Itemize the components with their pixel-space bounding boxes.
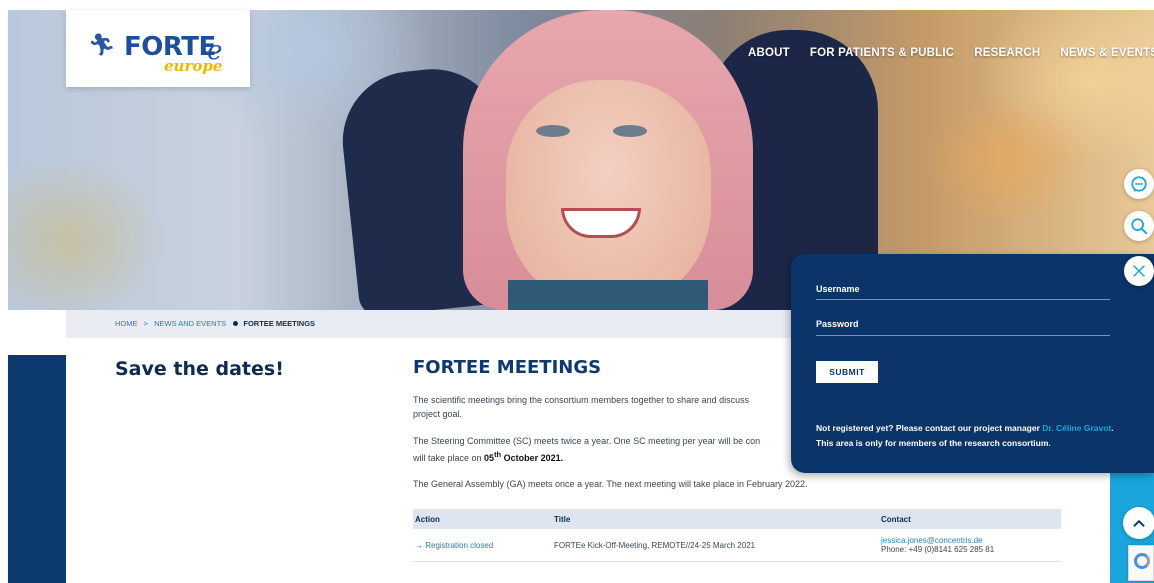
chevron-up-icon [1133, 520, 1145, 527]
project-manager-link[interactable]: Dr. Céline Gravot [1042, 423, 1111, 433]
search-button[interactable] [1124, 211, 1154, 241]
contact-email-link[interactable]: jessica.jones@concentris.de [881, 536, 1061, 545]
username-label: Username [816, 284, 860, 294]
username-input[interactable] [816, 299, 1110, 300]
table-header: Action Title Contact [413, 509, 1061, 529]
sc-date-rest: October 2021. [501, 453, 564, 463]
hero-eye-left [536, 125, 570, 137]
chat-icon [1131, 176, 1147, 193]
close-icon [1133, 265, 1145, 277]
note-prefix: Not registered yet? Please contact our p… [816, 423, 1043, 433]
intro-line-1: The scientific meetings bring the consor… [413, 395, 750, 405]
contact-phone: Phone: +49 (0)8141 625 285 81 [881, 545, 995, 554]
sc-date: 05th October 2021. [484, 450, 564, 463]
breadcrumb-current: FORTEE MEETINGS [243, 319, 316, 328]
hero-shirt [508, 280, 708, 310]
intro-line-2: project goal. [413, 409, 463, 419]
sc-line-2-prefix: will take place on [413, 453, 485, 463]
recaptcha-icon [1134, 553, 1150, 569]
general-assembly-paragraph: The General Assembly (GA) meets once a y… [413, 479, 808, 489]
column-header-action: Action [415, 514, 440, 524]
column-header-title: Title [554, 514, 571, 524]
site-logo[interactable]: 🏃︎ FORTE e europe [66, 10, 250, 87]
steering-committee-paragraph: The Steering Committee (SC) meets twice … [413, 434, 853, 465]
hero-eye-right [613, 125, 647, 137]
sidebar-title: Save the dates! [115, 358, 284, 380]
logo-people-icon: 🏃︎ [88, 32, 116, 57]
hero-face [506, 80, 711, 310]
password-input[interactable] [816, 335, 1110, 336]
nav-item-news-events[interactable]: NEWS & EVENTS [1060, 47, 1154, 59]
meetings-table: Action Title Contact → Registration clos… [413, 509, 1061, 562]
column-header-contact: Contact [881, 514, 911, 524]
breadcrumb-dot-icon [233, 321, 239, 326]
page-title: FORTEE MEETINGS [413, 357, 602, 378]
sc-date-day: 05 [484, 453, 495, 463]
registration-note: Not registered yet? Please contact our p… [816, 421, 1116, 451]
login-panel: Username Password SUBMIT Not registered … [791, 254, 1154, 473]
breadcrumb-separator: > [143, 319, 148, 328]
left-accent-band [8, 355, 66, 583]
table-row: → Registration closed FORTEe Kick-Off-Me… [413, 529, 1061, 562]
search-icon [1131, 218, 1148, 235]
intro-paragraph: The scientific meetings bring the consor… [413, 393, 853, 421]
row-contact: jessica.jones@concentris.de Phone: +49 (… [881, 536, 1061, 554]
close-login-button[interactable] [1124, 256, 1154, 286]
nav-item-research[interactable]: RESEARCH [974, 47, 1040, 59]
nav-item-about[interactable]: ABOUT [748, 47, 790, 59]
password-label: Password [816, 319, 859, 329]
chat-button[interactable] [1124, 169, 1154, 199]
logo-subtext: europe [164, 57, 223, 75]
submit-button[interactable]: SUBMIT [816, 361, 878, 383]
nav-item-patients-public[interactable]: FOR PATIENTS & PUBLIC [810, 47, 954, 59]
main-nav: ABOUT FOR PATIENTS & PUBLIC RESEARCH NEW… [748, 47, 1154, 59]
row-action-link[interactable]: → Registration closed [413, 541, 554, 550]
breadcrumb-news-events[interactable]: NEWS AND EVENTS [154, 319, 226, 328]
row-title: FORTEe Kick-Off-Meeting, REMOTE//24-25 M… [554, 540, 756, 550]
scroll-top-button[interactable] [1123, 507, 1154, 539]
breadcrumb-home[interactable]: HOME [115, 319, 138, 328]
recaptcha-badge[interactable] [1128, 545, 1154, 581]
sc-line-1: The Steering Committee (SC) meets twice … [413, 436, 761, 446]
